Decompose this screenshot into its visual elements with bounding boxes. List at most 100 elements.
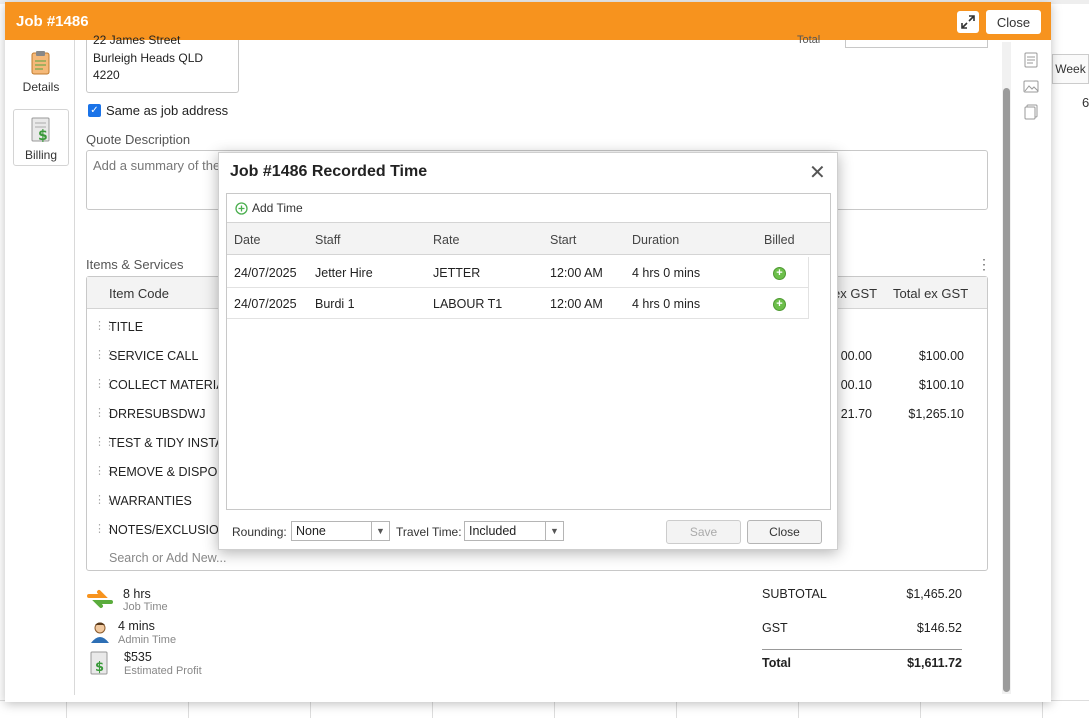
tab-billing-label: Billing xyxy=(24,148,57,162)
background-calendar-grid xyxy=(0,700,1089,718)
sidebar-divider xyxy=(74,40,75,695)
job-close-button[interactable]: Close xyxy=(986,10,1041,34)
total-label-summary: Total xyxy=(762,656,791,670)
svg-text:$: $ xyxy=(95,660,104,675)
time-entry-row[interactable]: 24/07/2025 Burdi 1 LABOUR T1 12:00 AM 4 … xyxy=(227,288,809,319)
header-rate: Rate xyxy=(433,233,460,247)
item-code: REMOVE & DISPOSE xyxy=(109,465,235,479)
job-time-value: 8 hrs xyxy=(123,587,151,601)
entry-staff: Jetter Hire xyxy=(315,266,373,280)
item-total: $100.00 xyxy=(918,349,964,363)
notes-icon[interactable] xyxy=(1023,52,1039,68)
item-total: $1,265.10 xyxy=(908,407,964,421)
header-total-ex-gst: Total ex GST xyxy=(893,286,969,301)
item-code: WARRANTIES xyxy=(109,494,192,508)
total-field[interactable] xyxy=(845,40,988,48)
job-time-label: Job Time xyxy=(123,601,168,613)
item-code: SERVICE CALL xyxy=(109,349,199,363)
scrollbar-thumb[interactable] xyxy=(1003,88,1010,692)
rounding-value: None xyxy=(296,524,326,538)
add-circle-icon xyxy=(235,201,248,215)
time-entries-grid: Add Time Date Staff Rate Start Duration … xyxy=(226,193,831,510)
billed-plus-icon[interactable]: + xyxy=(773,298,786,311)
chevron-down-icon: ▼ xyxy=(371,522,389,540)
gst-value: $146.52 xyxy=(916,621,962,635)
header-billed: Billed xyxy=(764,233,795,247)
total-label: Total xyxy=(797,34,821,46)
billed-plus-icon[interactable]: + xyxy=(773,267,786,280)
documents-icon[interactable] xyxy=(1023,104,1039,120)
entry-start: 12:00 AM xyxy=(550,266,603,280)
entry-start: 12:00 AM xyxy=(550,297,603,311)
background-week-number: 6 xyxy=(1082,95,1089,110)
billing-document-icon: $ xyxy=(31,117,50,144)
estimated-profit-label: Estimated Profit xyxy=(124,665,202,677)
dialog-title: Job #1486 Recorded Time xyxy=(230,163,428,180)
expand-button[interactable] xyxy=(957,11,979,33)
item-code: TITLE xyxy=(109,320,144,334)
gst-label: GST xyxy=(762,621,788,635)
time-entry-row[interactable]: 24/07/2025 Jetter Hire JETTER 12:00 AM 4… xyxy=(227,257,809,288)
background-week-button[interactable]: Week xyxy=(1052,54,1089,84)
dialog-close-icon[interactable]: ✕ xyxy=(809,163,826,183)
travel-time-select[interactable]: Included ▼ xyxy=(464,521,564,541)
items-menu-icon[interactable]: ⋮ xyxy=(977,256,991,273)
header-date: Date xyxy=(234,233,261,247)
chevron-down-icon: ▼ xyxy=(545,522,563,540)
entry-date: 24/07/2025 xyxy=(234,266,297,280)
address-line-1: 22 James Street xyxy=(93,33,181,47)
image-icon[interactable] xyxy=(1023,78,1039,94)
rounding-select[interactable]: None ▼ xyxy=(291,521,390,541)
item-total: $100.10 xyxy=(918,378,964,392)
profit-document-icon: $ xyxy=(90,651,108,675)
arrows-icon xyxy=(87,590,113,608)
travel-time-label: Travel Time: xyxy=(396,525,462,539)
expand-icon xyxy=(961,15,975,29)
svg-text:$: $ xyxy=(38,128,48,144)
header-duration: Duration xyxy=(632,233,680,247)
clipboard-icon xyxy=(31,51,50,75)
job-title: Job #1486 xyxy=(16,12,89,30)
add-time-label: Add Time xyxy=(252,201,303,215)
subtotal-label: SUBTOTAL xyxy=(762,587,827,601)
header-start: Start xyxy=(550,233,577,247)
entry-rate: JETTER xyxy=(433,266,481,280)
quote-description-placeholder: Add a summary of the xyxy=(93,158,221,173)
total-value: $1,611.72 xyxy=(907,656,962,670)
item-code: DRRESUBSDWJ xyxy=(109,407,206,421)
billing-address-field[interactable]: 22 James Street Burleigh Heads QLD 4220 xyxy=(86,33,239,93)
search-or-add-item-input[interactable]: Search or Add New... xyxy=(109,551,226,565)
subtotal-value: $1,465.20 xyxy=(906,587,962,601)
address-line-3: 4220 xyxy=(93,68,120,82)
tab-details[interactable]: Details xyxy=(13,50,69,102)
summary-divider xyxy=(762,649,962,650)
tab-details-label: Details xyxy=(22,80,60,94)
header-item-code: Item Code xyxy=(109,286,169,301)
address-line-2: Burleigh Heads QLD xyxy=(93,51,204,65)
right-rail xyxy=(1023,52,1039,120)
tab-billing[interactable]: $ Billing xyxy=(13,109,69,166)
save-button[interactable]: Save xyxy=(666,520,741,544)
admin-time-label: Admin Time xyxy=(118,634,177,646)
dialog-footer: Rounding: None ▼ Travel Time: Included ▼… xyxy=(219,517,837,547)
rounding-label: Rounding: xyxy=(232,525,287,539)
same-as-job-address-checkbox[interactable]: ✓ xyxy=(88,104,101,117)
item-code: COLLECT MATERIAL xyxy=(109,378,232,392)
add-time-button[interactable]: Add Time xyxy=(235,201,303,215)
admin-time-value: 4 mins xyxy=(118,619,155,633)
admin-user-icon xyxy=(91,622,109,643)
dialog-close-button[interactable]: Close xyxy=(747,520,822,544)
travel-time-value: Included xyxy=(469,524,517,538)
same-as-job-address-row[interactable]: ✓ Same as job address xyxy=(88,103,228,118)
estimated-profit-value: $535 xyxy=(124,650,152,664)
recorded-time-dialog: Job #1486 Recorded Time ✕ Add Time Date … xyxy=(218,152,838,550)
entry-staff: Burdi 1 xyxy=(315,297,355,311)
time-grid-header: Date Staff Rate Start Duration Billed xyxy=(227,222,830,255)
entry-date: 24/07/2025 xyxy=(234,297,297,311)
same-as-job-address-label: Same as job address xyxy=(106,103,229,118)
quote-description-label: Quote Description xyxy=(86,132,191,147)
item-code: TEST & TIDY INSTAL xyxy=(109,436,231,450)
entry-rate: LABOUR T1 xyxy=(433,297,503,311)
items-services-label: Items & Services xyxy=(86,257,184,272)
header-ex-gst: ex GST xyxy=(833,286,878,301)
